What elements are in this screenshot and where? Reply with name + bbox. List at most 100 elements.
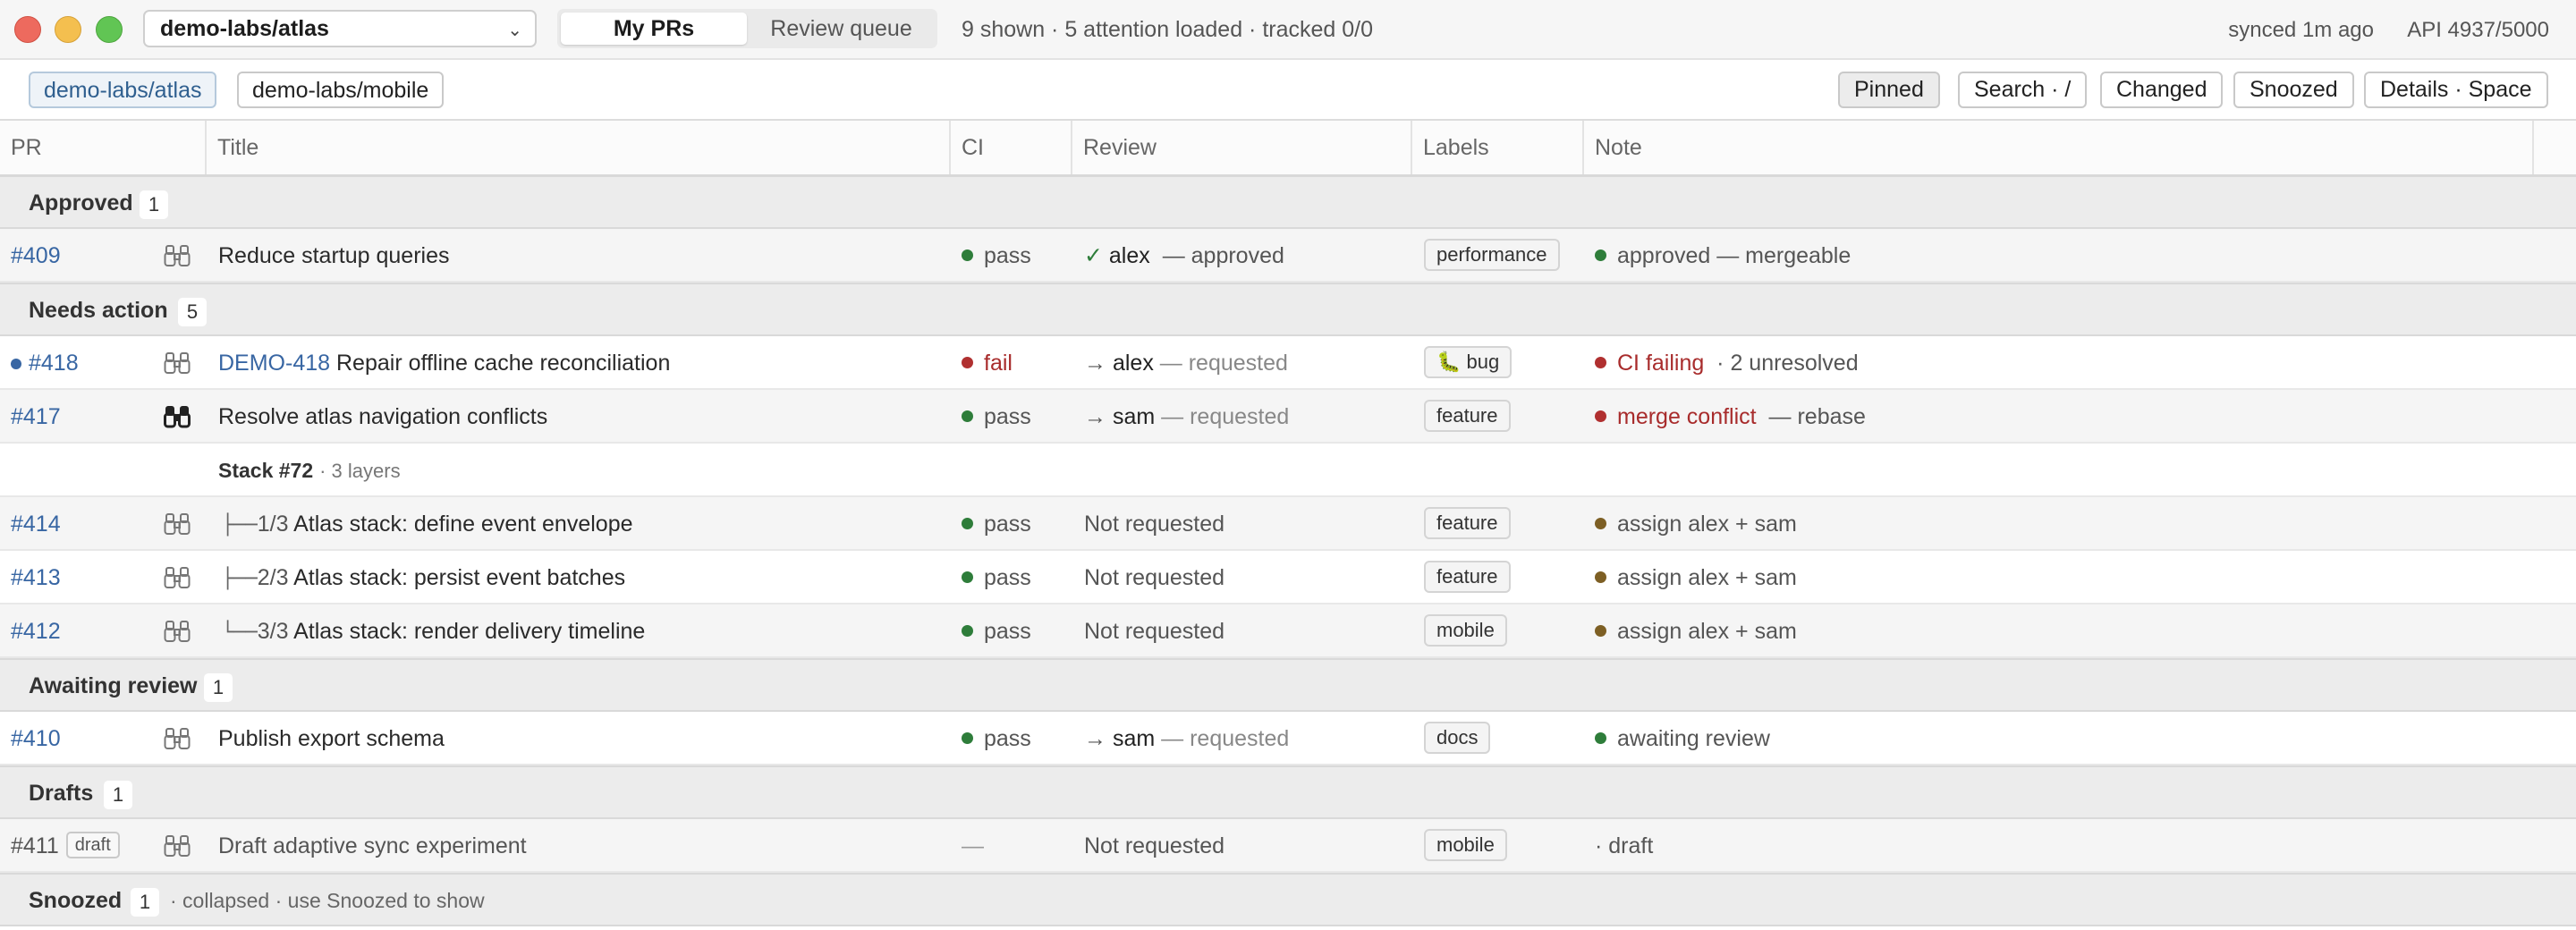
table-row[interactable]: #418 DEMO-418 Repair offline cache recon… <box>0 336 2576 390</box>
api-rate-limit: API 4937/5000 <box>2407 18 2549 42</box>
column-header-pr[interactable]: PR <box>0 121 207 174</box>
group-count: 1 <box>131 888 159 917</box>
summary-text: 9 shown · 5 attention loaded · tracked 0… <box>962 17 1374 42</box>
pr-title[interactable]: Resolve atlas navigation conflicts <box>218 390 547 444</box>
changed-button[interactable]: Changed <box>2100 72 2224 108</box>
reviewer-name: sam <box>1112 404 1156 429</box>
pr-label[interactable]: performance <box>1424 239 1560 271</box>
pr-number[interactable]: #417 <box>11 390 61 444</box>
pr-number[interactable]: #412 <box>11 604 61 658</box>
zoom-window-button[interactable] <box>96 16 123 43</box>
repo-chip-mobile[interactable]: demo-labs/mobile <box>237 72 445 108</box>
binoculars-icon[interactable] <box>164 512 191 537</box>
reviewer-name: alex <box>1112 351 1154 376</box>
ci-status-dot <box>962 249 973 261</box>
pr-label[interactable]: docs <box>1424 722 1491 754</box>
column-header-note[interactable]: Note <box>1584 121 2534 174</box>
ci-status-dot <box>962 517 973 529</box>
column-header-title[interactable]: Title <box>207 121 951 174</box>
arrow-right-icon: → <box>1084 404 1106 429</box>
binoculars-icon[interactable] <box>164 726 191 751</box>
pr-note: assign alex + sam <box>1617 619 1797 644</box>
note-status-dot <box>1595 571 1606 583</box>
pr-number[interactable]: #418 <box>29 336 79 390</box>
pr-title[interactable]: Atlas stack: define event envelope <box>293 512 632 537</box>
group-header-needs-action[interactable]: Needs action 5 <box>0 283 2576 336</box>
group-count: 5 <box>178 298 207 326</box>
table-row[interactable]: #417 Resolve atlas navigation conflicts … <box>0 390 2576 444</box>
pr-label[interactable]: feature <box>1424 507 1511 539</box>
note-status-dot <box>1595 731 1606 744</box>
pr-number[interactable]: #410 <box>11 712 61 765</box>
group-title: Awaiting review <box>29 673 198 698</box>
details-button[interactable]: Details · Space <box>2364 72 2548 108</box>
pr-title[interactable]: Repair offline cache reconciliation <box>336 351 670 376</box>
chevron-down-icon: ⌄ <box>507 21 522 40</box>
pr-note: assign alex + sam <box>1617 565 1797 590</box>
review-status: Not requested <box>1084 512 1225 537</box>
table-row[interactable]: #410 Publish export schema pass → sam — … <box>0 712 2576 765</box>
arrow-right-icon: → <box>1084 726 1106 751</box>
note-status-dot <box>1595 410 1606 422</box>
note-status-dot <box>1595 249 1606 261</box>
stack-tree-branch: ├── <box>222 568 258 590</box>
ticket-link[interactable]: DEMO-418 <box>218 351 330 376</box>
binoculars-icon[interactable] <box>164 619 191 644</box>
table-row[interactable]: #413 ├──2/3 Atlas stack: persist event b… <box>0 551 2576 604</box>
column-header-ci[interactable]: CI <box>951 121 1072 174</box>
stack-layers: · 3 layers <box>319 460 401 482</box>
search-button[interactable]: Search · / <box>1958 72 2088 108</box>
table-row[interactable]: #412 └──3/3 Atlas stack: render delivery… <box>0 604 2576 658</box>
stack-header-row[interactable]: Stack #72 · 3 layers <box>0 444 2576 497</box>
binoculars-icon[interactable] <box>164 565 191 590</box>
pr-label[interactable]: 🐛 bug <box>1424 346 1513 378</box>
group-title: Drafts <box>29 781 94 806</box>
close-window-button[interactable] <box>14 16 41 43</box>
review-status: Not requested <box>1084 619 1225 644</box>
pr-label[interactable]: mobile <box>1424 829 1507 861</box>
pr-title[interactable]: Atlas stack: render delivery timeline <box>293 619 645 644</box>
group-header-awaiting-review[interactable]: Awaiting review 1 <box>0 658 2576 712</box>
table-row[interactable]: #409 Reduce startup queries pass ✓ alex … <box>0 229 2576 283</box>
arrow-right-icon: → <box>1084 351 1106 376</box>
pr-number[interactable]: #409 <box>11 229 61 283</box>
pr-label[interactable]: mobile <box>1424 614 1507 647</box>
column-header-review[interactable]: Review <box>1072 121 1412 174</box>
column-header-labels[interactable]: Labels <box>1412 121 1584 174</box>
snoozed-button[interactable]: Snoozed <box>2233 72 2354 108</box>
table-row[interactable]: #411 draft Draft adaptive sync experiment… <box>0 819 2576 873</box>
group-header-drafts[interactable]: Drafts 1 <box>0 765 2576 819</box>
pr-title[interactable]: Atlas stack: persist event batches <box>293 565 625 590</box>
pr-number[interactable]: #411 <box>11 833 59 858</box>
group-note: · collapsed · use Snoozed to show <box>170 889 485 912</box>
repo-chip-atlas[interactable]: demo-labs/atlas <box>29 72 217 108</box>
draft-badge: draft <box>65 832 120 859</box>
ci-status: pass <box>984 512 1031 537</box>
table-row[interactable]: #414 ├──1/3 Atlas stack: define event en… <box>0 497 2576 551</box>
minimize-window-button[interactable] <box>55 16 81 43</box>
pr-title[interactable]: Reduce startup queries <box>218 229 449 283</box>
pr-title[interactable]: Draft adaptive sync experiment <box>218 819 527 873</box>
sync-status: synced 1m ago <box>2228 18 2374 42</box>
pr-label[interactable]: feature <box>1424 561 1511 593</box>
pinned-button[interactable]: Pinned <box>1838 72 1940 108</box>
binoculars-icon[interactable] <box>164 833 191 858</box>
binoculars-icon[interactable] <box>164 243 191 268</box>
note-status-dot <box>1595 624 1606 637</box>
review-status: Not requested <box>1084 565 1225 590</box>
group-count: 1 <box>104 781 132 809</box>
pr-label[interactable]: feature <box>1424 400 1511 432</box>
review-status: — requested <box>1159 351 1288 376</box>
binoculars-icon[interactable] <box>164 404 191 429</box>
pr-number[interactable]: #413 <box>11 551 61 604</box>
tab-review-queue[interactable]: Review queue <box>749 13 934 45</box>
ci-status-dot <box>962 410 973 422</box>
group-header-approved[interactable]: Approved 1 <box>0 175 2576 229</box>
group-header-snoozed[interactable]: Snoozed 1 · collapsed · use Snoozed to s… <box>0 873 2576 926</box>
ci-status-dot <box>962 356 973 368</box>
binoculars-icon[interactable] <box>164 351 191 376</box>
repo-select[interactable]: demo-labs/atlas ⌄ <box>143 10 537 47</box>
tab-my-prs[interactable]: My PRs <box>561 13 747 45</box>
pr-number[interactable]: #414 <box>11 497 61 551</box>
pr-title[interactable]: Publish export schema <box>218 712 445 765</box>
